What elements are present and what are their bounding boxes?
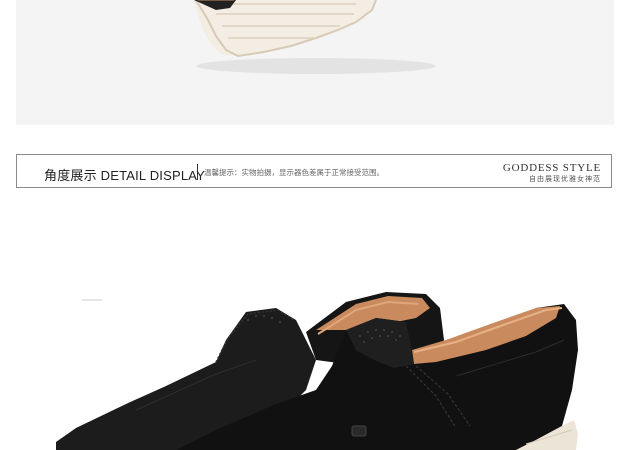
shoe-sole-illustration [194,0,436,74]
loafers-illustration [56,292,578,450]
color-disclaimer-note: 温馨提示：实物拍摄，显示器色差属于正常接受范围。 [204,168,384,177]
detail-display-header: 角度展示 DETAIL DISPLAY 温馨提示：实物拍摄，显示器色差属于正常接… [16,154,612,188]
section-title: 角度展示 DETAIL DISPLAY [44,168,206,183]
loafers-pair-photo [16,190,614,450]
header-divider [197,164,198,180]
shoe-sole-photo [16,0,614,125]
brand-slogan-en: GODDESS STYLE [502,162,601,174]
brand-slogan-cn: 自由展现优雅女神范 [529,176,601,183]
